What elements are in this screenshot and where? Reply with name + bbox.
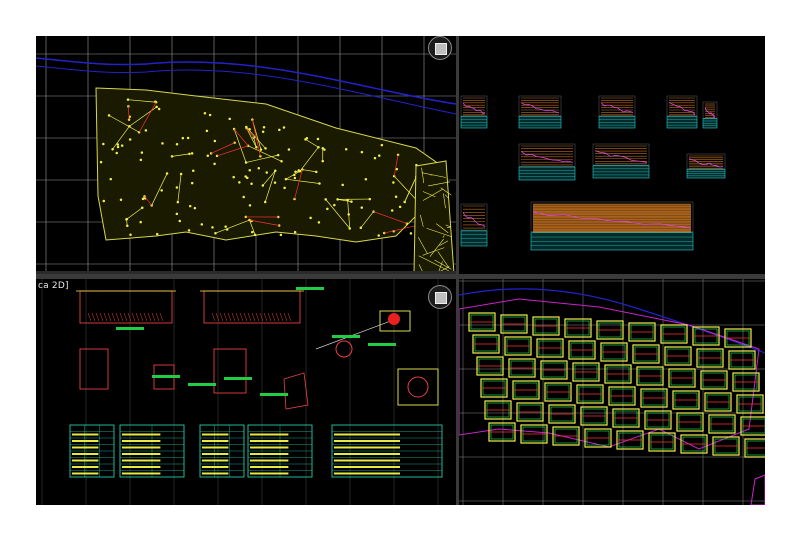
profiles-drawing	[460, 95, 726, 251]
viewport-details[interactable]: ca 2D]	[36, 279, 456, 505]
cad-workspace: ca 2D]	[36, 36, 765, 505]
view-cube-icon[interactable]	[428, 36, 452, 60]
network-drawing	[459, 279, 765, 505]
viewport-label[interactable]: ca 2D]	[38, 281, 69, 291]
view-cube-icon[interactable]	[428, 285, 452, 309]
plan-boundary	[95, 87, 437, 243]
details-drawing	[41, 279, 443, 505]
plan-drawing	[36, 36, 456, 274]
viewport-profiles[interactable]	[459, 36, 765, 274]
viewport-plan[interactable]	[36, 36, 456, 274]
viewport-network[interactable]	[459, 279, 765, 505]
